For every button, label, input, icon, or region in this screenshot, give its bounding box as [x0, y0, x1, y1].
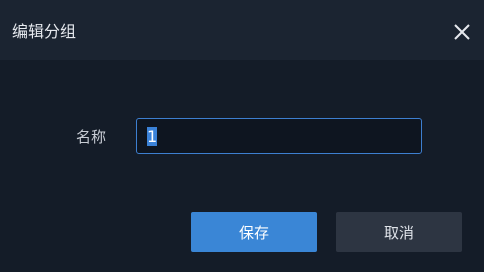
dialog-title: 编辑分组 — [12, 22, 77, 41]
edit-group-dialog: 编辑分组 名称 保存 取消 — [0, 0, 484, 272]
name-input[interactable] — [136, 118, 422, 154]
name-form-row: 名称 — [0, 118, 484, 156]
save-button[interactable]: 保存 — [191, 212, 317, 252]
close-button[interactable] — [448, 18, 476, 46]
name-label: 名称 — [76, 128, 107, 146]
dialog-titlebar: 编辑分组 — [0, 0, 484, 60]
close-icon — [454, 24, 470, 40]
cancel-button[interactable]: 取消 — [336, 212, 462, 252]
